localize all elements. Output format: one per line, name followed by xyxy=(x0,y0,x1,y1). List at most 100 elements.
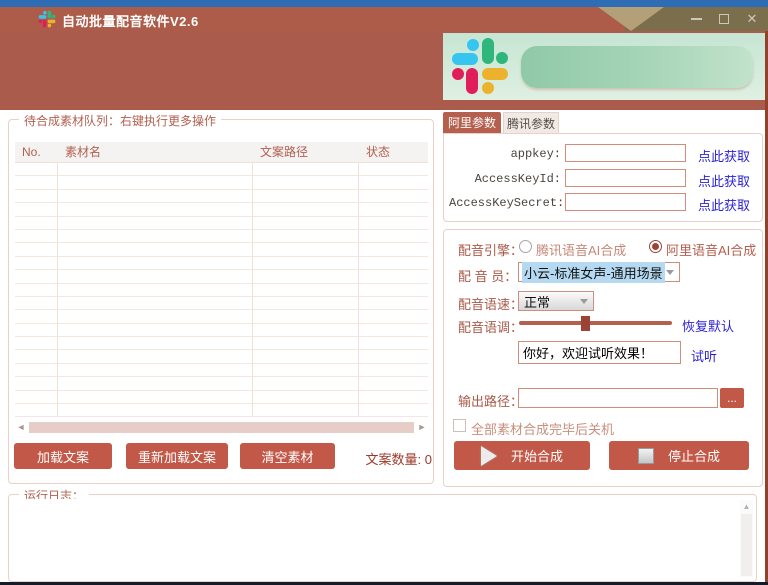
pitch-slider-track[interactable] xyxy=(519,321,672,325)
table-cell xyxy=(58,176,253,188)
table-cell xyxy=(15,243,58,255)
clear-material-button[interactable]: 清空素材 xyxy=(240,443,335,469)
engine-ali-label[interactable]: 阿里语音AI合成 xyxy=(666,240,756,259)
table-cell xyxy=(15,324,58,336)
col-header-status: 状态 xyxy=(359,142,428,162)
engine-tencent-radio[interactable] xyxy=(519,240,532,253)
accesskeysecret-input[interactable] xyxy=(565,193,686,211)
table-row[interactable] xyxy=(15,391,428,404)
app-window: 自动批量配音软件V2.6 ✕ 待合成素材队列：右键执行更多操作 No. 素材名 … xyxy=(0,0,768,585)
log-group: 运行日志： ▲ xyxy=(8,494,757,582)
tab-tencent-params[interactable]: 腾讯参数 xyxy=(503,112,559,134)
table-cell xyxy=(253,297,359,309)
table-cell xyxy=(359,310,428,322)
voice-label: 配 音 员： xyxy=(458,266,517,285)
table-row[interactable] xyxy=(15,217,428,230)
table-row[interactable] xyxy=(15,377,428,390)
tab-ali-params[interactable]: 阿里参数 xyxy=(443,112,501,134)
table-row[interactable] xyxy=(15,404,428,417)
engine-tencent-label[interactable]: 腾讯语音AI合成 xyxy=(536,240,626,259)
table-cell xyxy=(15,310,58,322)
scroll-right-icon[interactable]: ► xyxy=(416,421,428,434)
voice-select[interactable]: 小云-标准女声-通用场景 xyxy=(518,262,680,282)
col-header-path: 文案路径 xyxy=(253,142,359,162)
minimize-icon xyxy=(691,18,702,20)
log-textarea[interactable] xyxy=(13,499,736,577)
speed-label: 配音语速： xyxy=(458,294,523,313)
table-row[interactable] xyxy=(15,230,428,243)
scrollbar-thumb[interactable] xyxy=(29,422,414,433)
accesskeyid-input[interactable] xyxy=(565,169,686,187)
table-row[interactable] xyxy=(15,350,428,363)
table-cell xyxy=(253,243,359,255)
table-cell xyxy=(253,284,359,296)
engine-ali-radio[interactable] xyxy=(649,240,662,253)
table-cell xyxy=(253,217,359,229)
table-cell xyxy=(58,217,253,229)
material-table[interactable]: No. 素材名 文案路径 状态 xyxy=(15,142,428,417)
speed-select[interactable]: 正常 xyxy=(518,291,594,311)
table-cell xyxy=(58,203,253,215)
copy-count-value: 0 xyxy=(425,452,432,467)
table-cell xyxy=(15,270,58,282)
output-path-input[interactable] xyxy=(518,388,718,408)
scroll-up-icon[interactable]: ▲ xyxy=(740,501,753,513)
test-text-input[interactable] xyxy=(518,341,681,364)
redacted-banner xyxy=(521,46,753,88)
table-cell xyxy=(253,257,359,269)
window-controls: ✕ xyxy=(688,7,760,31)
minimize-button[interactable] xyxy=(688,11,704,27)
reload-copy-button[interactable]: 重新加载文案 xyxy=(126,443,228,469)
table-row[interactable] xyxy=(15,337,428,350)
maximize-button[interactable] xyxy=(716,11,732,27)
table-row[interactable] xyxy=(15,257,428,270)
table-cell xyxy=(253,176,359,188)
table-row[interactable] xyxy=(15,284,428,297)
col-header-no: No. xyxy=(15,142,58,162)
scrollbar-thumb[interactable] xyxy=(741,514,752,576)
table-cell xyxy=(58,377,253,389)
table-row[interactable] xyxy=(15,297,428,310)
table-row[interactable] xyxy=(15,163,428,176)
table-row[interactable] xyxy=(15,310,428,323)
table-cell xyxy=(253,391,359,403)
table-row[interactable] xyxy=(15,176,428,189)
table-cell xyxy=(15,364,58,376)
pitch-label: 配音语调： xyxy=(458,317,523,336)
horizontal-scrollbar[interactable]: ◄ ► xyxy=(15,421,428,434)
pitch-reset-link[interactable]: 恢复默认 xyxy=(682,316,734,335)
table-cell xyxy=(15,391,58,403)
table-row[interactable] xyxy=(15,324,428,337)
accesskeyid-get-link[interactable]: 点此获取 xyxy=(698,171,750,190)
voice-selected-value: 小云-标准女声-通用场景 xyxy=(522,262,665,283)
close-button[interactable]: ✕ xyxy=(744,11,760,27)
queue-group-title: 待合成素材队列：右键执行更多操作 xyxy=(19,112,221,129)
stop-synthesis-button[interactable]: 停止合成 xyxy=(609,441,749,470)
slack-logo-icon xyxy=(450,36,510,96)
table-row[interactable] xyxy=(15,203,428,216)
table-row[interactable] xyxy=(15,270,428,283)
table-cell xyxy=(58,364,253,376)
scroll-left-icon[interactable]: ◄ xyxy=(15,421,27,434)
shutdown-label[interactable]: 全部素材合成完毕后关机 xyxy=(471,419,614,438)
table-cell xyxy=(253,404,359,416)
appkey-input[interactable] xyxy=(565,144,686,162)
pitch-slider-handle[interactable] xyxy=(581,316,590,331)
browse-button[interactable]: ... xyxy=(720,388,744,408)
appkey-get-link[interactable]: 点此获取 xyxy=(698,146,750,165)
copy-count: 文案数量: 0 xyxy=(350,449,432,468)
table-row[interactable] xyxy=(15,190,428,203)
vertical-scrollbar[interactable]: ▲ xyxy=(740,500,753,577)
shutdown-checkbox[interactable] xyxy=(453,419,466,432)
desktop-strip xyxy=(0,0,768,7)
accesskeysecret-get-link[interactable]: 点此获取 xyxy=(698,195,750,214)
window-title: 自动批量配音软件V2.6 xyxy=(62,11,199,30)
start-synthesis-button[interactable]: 开始合成 xyxy=(454,441,590,470)
audition-link[interactable]: 试听 xyxy=(691,346,717,365)
table-cell xyxy=(253,377,359,389)
load-copy-button[interactable]: 加载文案 xyxy=(14,443,112,469)
table-row[interactable] xyxy=(15,243,428,256)
table-cell xyxy=(15,163,58,175)
table-cell xyxy=(359,364,428,376)
table-row[interactable] xyxy=(15,364,428,377)
